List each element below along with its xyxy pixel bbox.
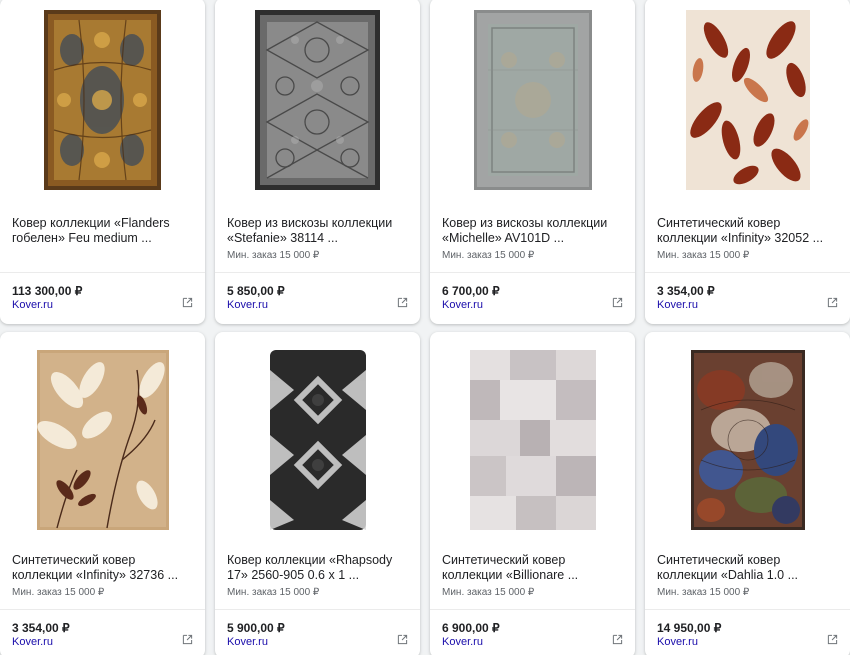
min-order-label: Мин. заказ 15 000 ₽ — [12, 587, 105, 598]
product-price: 5 850,00 ₽ — [227, 284, 285, 298]
merchant-link[interactable]: Kover.ru — [657, 636, 698, 648]
rug-shaggy-diamond-image — [269, 350, 366, 530]
product-title[interactable]: Ковер из вискозы коллекции «Stefanie» 38… — [227, 216, 408, 246]
min-order-label: Мин. заказ 15 000 ₽ — [657, 250, 750, 261]
product-thumbnail[interactable] — [0, 342, 205, 538]
product-card[interactable]: Ковер коллекции «Rhapsody 17» 2560-905 0… — [215, 332, 420, 655]
product-title[interactable]: Ковер коллекции «Rhapsody 17» 2560-905 0… — [227, 553, 408, 583]
min-order-label: Мин. заказ 15 000 ₽ — [657, 587, 750, 598]
merchant-link[interactable]: Kover.ru — [657, 299, 698, 311]
open-in-new-icon[interactable] — [612, 634, 623, 645]
rug-patchwork-image — [469, 350, 596, 530]
rug-vintage-blue-image — [690, 350, 805, 530]
product-card[interactable]: Синтетический ковер коллекции «Billionar… — [430, 332, 635, 655]
product-price: 3 354,00 ₽ — [657, 284, 715, 298]
product-title[interactable]: Синтетический ковер коллекции «Infinity»… — [657, 216, 838, 246]
product-title[interactable]: Синтетический ковер коллекции «Dahlia 1.… — [657, 553, 838, 583]
merchant-link[interactable]: Kover.ru — [442, 299, 483, 311]
product-thumbnail[interactable] — [215, 342, 420, 538]
product-thumbnail[interactable] — [645, 342, 850, 538]
product-thumbnail[interactable] — [0, 10, 205, 190]
product-thumbnail[interactable] — [645, 10, 850, 190]
product-price: 3 354,00 ₽ — [12, 621, 70, 635]
min-order-label: Мин. заказ 15 000 ₽ — [442, 250, 535, 261]
product-thumbnail[interactable] — [215, 10, 420, 190]
rug-grey-border-image — [473, 10, 592, 190]
rug-grey-ornament-image — [255, 10, 380, 190]
open-in-new-icon[interactable] — [182, 634, 193, 645]
product-card[interactable]: Синтетический ковер коллекции «Dahlia 1.… — [645, 332, 850, 655]
rug-red-leaves-image — [685, 10, 810, 190]
card-divider — [0, 272, 205, 273]
open-in-new-icon[interactable] — [827, 634, 838, 645]
open-in-new-icon[interactable] — [612, 297, 623, 308]
card-divider — [645, 272, 850, 273]
rug-tapestry-image — [44, 10, 161, 190]
merchant-link[interactable]: Kover.ru — [227, 299, 268, 311]
rug-beige-leaves-image — [36, 350, 169, 530]
product-title[interactable]: Синтетический ковер коллекции «Infinity»… — [12, 553, 193, 583]
open-in-new-icon[interactable] — [397, 297, 408, 308]
merchant-link[interactable]: Kover.ru — [12, 636, 53, 648]
product-title[interactable]: Ковер из вискозы коллекции «Michelle» AV… — [442, 216, 623, 246]
merchant-link[interactable]: Kover.ru — [12, 299, 53, 311]
product-thumbnail[interactable] — [430, 10, 635, 190]
card-divider — [0, 609, 205, 610]
product-price: 113 300,00 ₽ — [12, 284, 83, 298]
product-title[interactable]: Синтетический ковер коллекции «Billionar… — [442, 553, 623, 583]
card-divider — [215, 609, 420, 610]
product-price: 14 950,00 ₽ — [657, 621, 722, 635]
product-title[interactable]: Ковер коллекции «Flanders гобелен» Feu m… — [12, 216, 193, 246]
shopping-results-grid: Ковер коллекции «Flanders гобелен» Feu m… — [0, 0, 850, 655]
open-in-new-icon[interactable] — [397, 634, 408, 645]
product-price: 5 900,00 ₽ — [227, 621, 285, 635]
open-in-new-icon[interactable] — [827, 297, 838, 308]
open-in-new-icon[interactable] — [182, 297, 193, 308]
card-divider — [430, 609, 635, 610]
product-card[interactable]: Синтетический ковер коллекции «Infinity»… — [645, 0, 850, 324]
card-divider — [430, 272, 635, 273]
product-thumbnail[interactable] — [430, 342, 635, 538]
product-card[interactable]: Ковер коллекции «Flanders гобелен» Feu m… — [0, 0, 205, 324]
product-price: 6 900,00 ₽ — [442, 621, 500, 635]
merchant-link[interactable]: Kover.ru — [227, 636, 268, 648]
product-price: 6 700,00 ₽ — [442, 284, 500, 298]
card-divider — [645, 609, 850, 610]
merchant-link[interactable]: Kover.ru — [442, 636, 483, 648]
min-order-label: Мин. заказ 15 000 ₽ — [227, 587, 320, 598]
min-order-label: Мин. заказ 15 000 ₽ — [227, 250, 320, 261]
product-card[interactable]: Синтетический ковер коллекции «Infinity»… — [0, 332, 205, 655]
card-divider — [215, 272, 420, 273]
product-card[interactable]: Ковер из вискозы коллекции «Stefanie» 38… — [215, 0, 420, 324]
product-card[interactable]: Ковер из вискозы коллекции «Michelle» AV… — [430, 0, 635, 324]
min-order-label: Мин. заказ 15 000 ₽ — [442, 587, 535, 598]
